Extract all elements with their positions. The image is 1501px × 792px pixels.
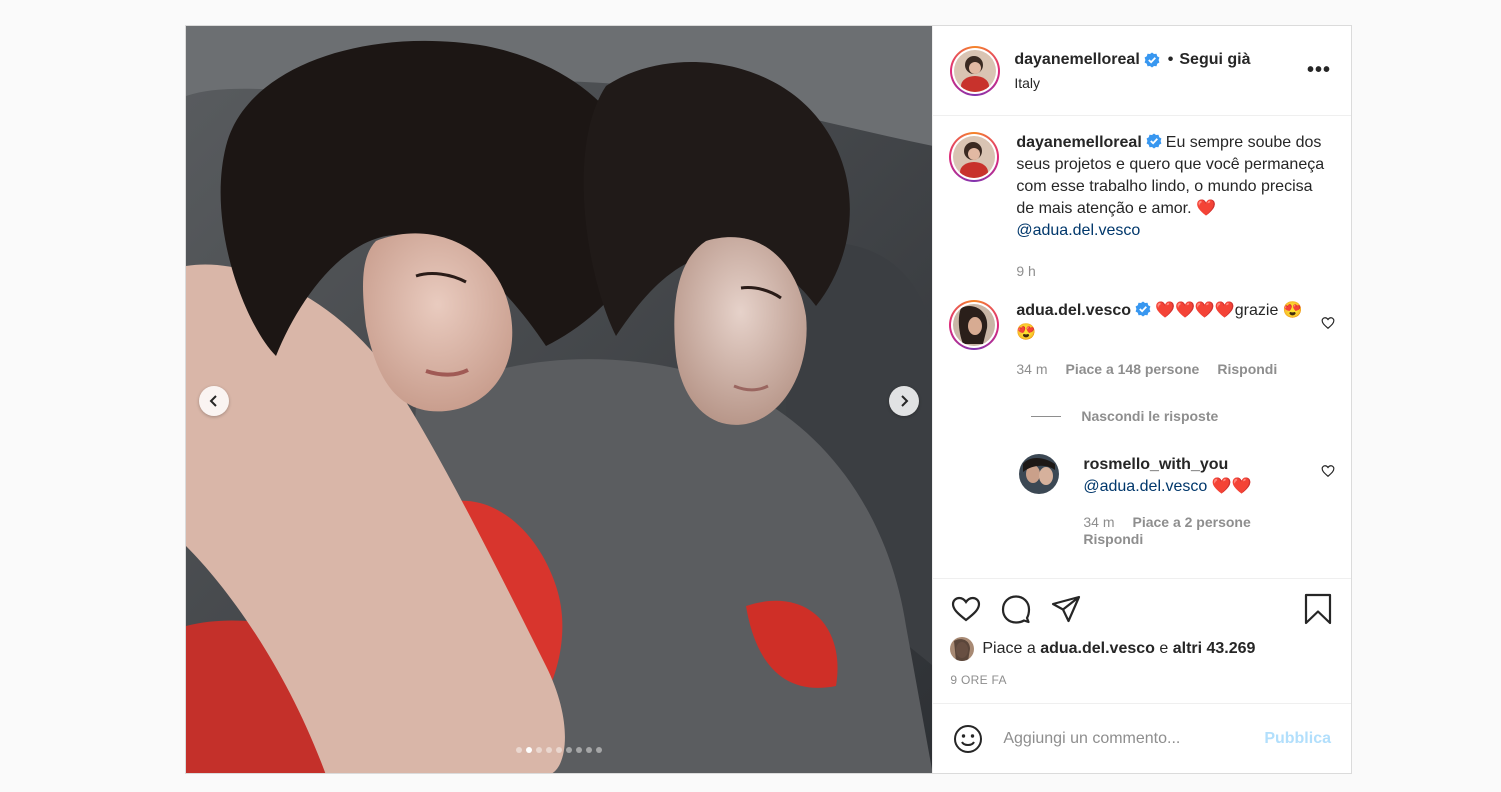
hide-replies-label: Nascondi le risposte [1081, 408, 1219, 424]
comment-avatar[interactable] [949, 300, 1000, 350]
author-avatar[interactable] [950, 45, 1001, 96]
replies-divider [1031, 415, 1062, 417]
reply-text: ❤️❤️ [1207, 478, 1252, 495]
carousel-dot [536, 747, 543, 753]
carousel-next-button[interactable] [889, 386, 919, 416]
chevron-right-icon [901, 395, 909, 407]
caption-mention-link[interactable]: @adua.del.vesco [1016, 222, 1140, 239]
caption-time[interactable]: 9 h [1016, 260, 1035, 282]
carousel-indicator [186, 747, 932, 753]
liker-avatar [950, 637, 975, 661]
carousel-dot [526, 747, 533, 753]
likes-others-link[interactable]: altri 43.269 [1173, 640, 1256, 658]
reply-username[interactable]: rosmello_with_you [1083, 456, 1228, 473]
carousel-prev-button[interactable] [199, 386, 229, 416]
add-comment-bar: Pubblica [933, 703, 1351, 773]
reply-likes-count[interactable]: Piace a 2 persone [1132, 514, 1250, 531]
separator-dot: • [1167, 50, 1174, 68]
publish-button[interactable]: Pubblica [1264, 730, 1331, 748]
post-timestamp[interactable]: 9 ORE FA [950, 673, 1334, 687]
likes-prefix: Piace a [982, 640, 1036, 657]
likes-user-link[interactable]: adua.del.vesco [1040, 640, 1155, 658]
instagram-post: dayanemelloreal • Segui già Italy ••• da… [185, 25, 1352, 774]
carousel-dot [596, 747, 603, 753]
post-photo [186, 26, 933, 773]
carousel-dot [586, 747, 593, 753]
share-paper-plane-icon[interactable] [1050, 593, 1082, 625]
verified-badge-icon [1144, 52, 1160, 67]
caption-avatar[interactable] [949, 132, 1000, 182]
more-options-icon[interactable]: ••• [1307, 60, 1331, 80]
carousel-dot [556, 747, 563, 753]
caption-username[interactable]: dayanemelloreal [1016, 134, 1141, 151]
reply-reply-button[interactable]: Rispondi [1083, 531, 1143, 548]
carousel-dot [516, 747, 523, 753]
comment-item: adua.del.vesco ❤️❤️❤️❤️grazie 😍😍 34 m Pia… [949, 300, 1335, 380]
post-media[interactable] [186, 26, 933, 773]
post-location[interactable]: Italy [1014, 75, 1250, 91]
comment-bubble-icon[interactable] [1000, 593, 1032, 625]
follow-status-button[interactable]: Segui già [1179, 51, 1250, 69]
comment-username[interactable]: adua.del.vesco [1016, 302, 1131, 319]
likes-summary[interactable]: Piace a adua.del.vesco e altri 43.269 [950, 637, 1334, 661]
reply-time[interactable]: 34 m [1083, 514, 1114, 531]
carousel-dot [576, 747, 583, 753]
reply-mention-link[interactable]: @adua.del.vesco [1083, 478, 1207, 495]
post-actions: Piace a adua.del.vesco e altri 43.269 9 … [933, 578, 1351, 703]
bookmark-icon[interactable] [1302, 593, 1334, 625]
verified-badge-icon [1146, 133, 1162, 149]
comments-list: dayanemelloreal Eu sempre soube dos seus … [933, 116, 1351, 578]
reply-like-heart-icon[interactable] [1321, 464, 1335, 478]
reply-item: rosmello_with_you @adua.del.vesco ❤️❤️ 3… [1019, 454, 1335, 548]
comment-like-heart-icon[interactable] [1321, 316, 1335, 330]
carousel-dot [546, 747, 553, 753]
emoji-smiley-icon[interactable] [953, 724, 983, 754]
comment-likes-count[interactable]: Piace a 148 persone [1065, 358, 1199, 380]
verified-badge-icon [1135, 301, 1151, 317]
comment-input[interactable] [1003, 729, 1265, 748]
post-header: dayanemelloreal • Segui già Italy ••• [933, 26, 1351, 116]
post-side-panel: dayanemelloreal • Segui già Italy ••• da… [932, 26, 1351, 773]
hide-replies-button[interactable]: Nascondi le risposte [1031, 408, 1335, 424]
author-username[interactable]: dayanemelloreal [1014, 51, 1139, 69]
chevron-left-icon [209, 395, 217, 407]
carousel-dot [566, 747, 573, 753]
caption-text-block: dayanemelloreal Eu sempre soube dos seus … [1016, 132, 1334, 242]
like-heart-icon[interactable] [950, 593, 982, 625]
comment-time[interactable]: 34 m [1016, 358, 1047, 380]
likes-joiner: e [1159, 640, 1169, 657]
comment-reply-button[interactable]: Rispondi [1217, 358, 1277, 380]
caption: dayanemelloreal Eu sempre soube dos seus … [949, 132, 1335, 282]
reply-avatar[interactable] [1019, 454, 1060, 494]
